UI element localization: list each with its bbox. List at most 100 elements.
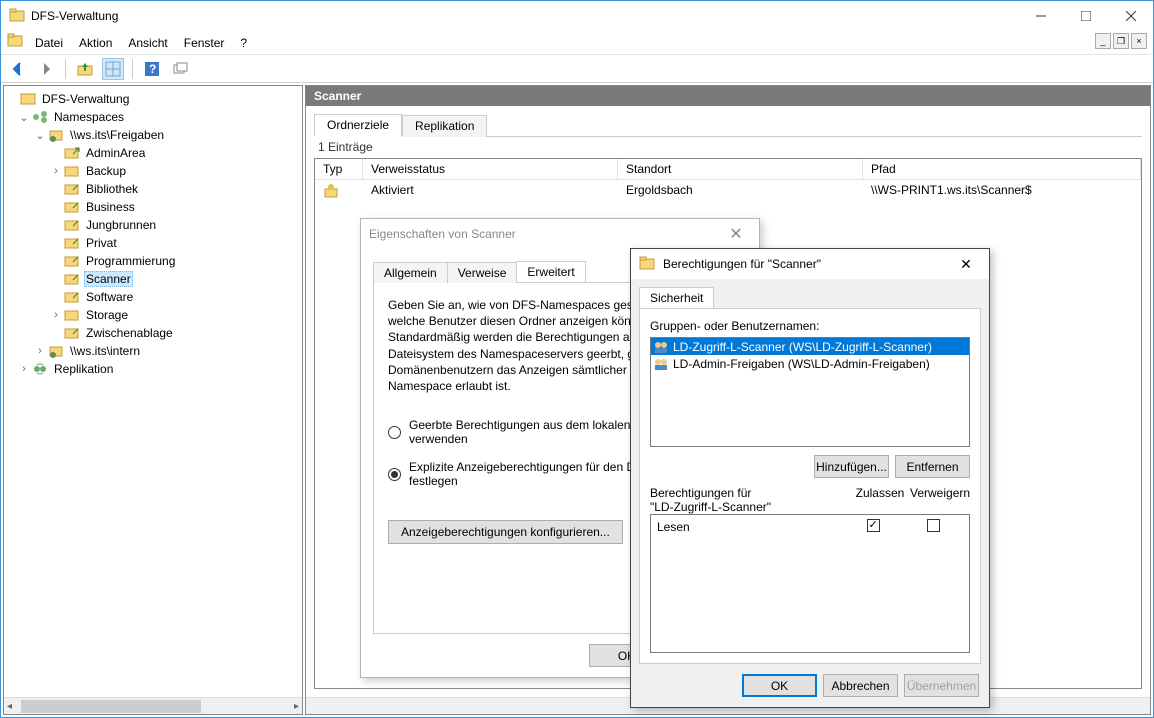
up-folder-button[interactable] xyxy=(74,58,96,80)
perm-close-button[interactable]: ✕ xyxy=(951,256,981,273)
mdi-minimize[interactable]: _ xyxy=(1095,33,1111,49)
help-button[interactable]: ? xyxy=(141,58,163,80)
new-window-button[interactable] xyxy=(169,58,191,80)
mdi-close[interactable]: × xyxy=(1131,33,1147,49)
cell-status: Aktiviert xyxy=(363,180,618,205)
expand-icon[interactable]: › xyxy=(50,165,62,177)
tree-item[interactable]: Zwischenablage xyxy=(84,326,175,340)
share-icon xyxy=(48,343,64,359)
tree-item[interactable]: Programmierung xyxy=(84,254,177,268)
deny-read-checkbox[interactable] xyxy=(927,519,940,532)
props-close-button[interactable]: ✕ xyxy=(721,224,751,244)
tab-security[interactable]: Sicherheit xyxy=(639,287,714,308)
group-icon xyxy=(653,357,669,371)
entry-count: 1 Einträge xyxy=(306,136,1150,158)
app-icon xyxy=(9,8,25,24)
user-row[interactable]: LD-Admin-Freigaben (WS\LD-Admin-Freigabe… xyxy=(651,355,969,372)
menu-window[interactable]: Fenster xyxy=(176,33,233,53)
props-title: Eigenschaften von Scanner xyxy=(369,227,516,241)
toolbar: ? xyxy=(1,55,1153,83)
toolbar-separator xyxy=(132,59,133,79)
share-icon xyxy=(48,127,64,143)
perm-for-label-1: Berechtigungen für xyxy=(650,486,850,500)
tree-root[interactable]: DFS-Verwaltung xyxy=(40,92,131,106)
user-row-selected[interactable]: LD-Zugriff-L-Scanner (WS\LD-Zugriff-L-Sc… xyxy=(651,338,969,355)
menu-help[interactable]: ? xyxy=(232,33,255,53)
tree-share-root[interactable]: \\ws.its\Freigaben xyxy=(68,128,166,142)
folder-link-icon xyxy=(64,235,80,251)
tab-folder-targets[interactable]: Ordnerziele xyxy=(314,114,402,136)
list-row[interactable]: Aktiviert Ergoldsbach \\WS-PRINT1.ws.its… xyxy=(315,180,1141,205)
view-list-button[interactable] xyxy=(102,58,124,80)
configure-permissions-button[interactable]: Anzeigeberechtigungen konfigurieren... xyxy=(388,520,623,544)
tree-namespaces[interactable]: Namespaces xyxy=(52,110,126,124)
remove-button[interactable]: Entfernen xyxy=(895,455,970,478)
perm-ok-button[interactable]: OK xyxy=(742,674,817,697)
main-header: Scanner xyxy=(306,86,1150,106)
folder-link-icon xyxy=(64,217,80,233)
cell-path: \\WS-PRINT1.ws.its\Scanner$ xyxy=(863,180,1141,205)
collapse-icon[interactable]: ⌄ xyxy=(34,129,46,142)
tree-replication[interactable]: Replikation xyxy=(52,362,115,376)
folder-link-icon xyxy=(64,145,80,161)
close-button[interactable] xyxy=(1108,2,1153,30)
col-status[interactable]: Verweisstatus xyxy=(363,159,618,179)
collapse-icon[interactable]: ⌄ xyxy=(18,111,30,124)
deny-header: Verweigern xyxy=(910,486,970,514)
expand-icon[interactable]: › xyxy=(50,309,62,321)
menu-action[interactable]: Aktion xyxy=(71,33,120,53)
tree-item[interactable]: Backup xyxy=(84,164,128,178)
tree-item[interactable]: Privat xyxy=(84,236,119,250)
tree-item[interactable]: Bibliothek xyxy=(84,182,140,196)
col-type[interactable]: Typ xyxy=(315,159,363,179)
perm-apply-button[interactable]: Übernehmen xyxy=(904,674,979,697)
radio-icon xyxy=(388,426,401,439)
tree-item-selected[interactable]: Scanner xyxy=(84,271,133,287)
allow-header: Zulassen xyxy=(850,486,910,514)
menu-view[interactable]: Ansicht xyxy=(120,33,175,53)
user-name: LD-Zugriff-L-Scanner (WS\LD-Zugriff-L-Sc… xyxy=(673,340,932,354)
col-location[interactable]: Standort xyxy=(618,159,863,179)
tab-advanced[interactable]: Erweitert xyxy=(516,261,585,282)
tree-scrollbar[interactable]: ◂▸ xyxy=(4,697,302,714)
tree-intern[interactable]: \\ws.its\intern xyxy=(68,344,142,358)
expand-icon[interactable]: › xyxy=(18,363,30,375)
allow-read-checkbox[interactable] xyxy=(867,519,880,532)
user-list[interactable]: LD-Zugriff-L-Scanner (WS\LD-Zugriff-L-Sc… xyxy=(650,337,970,447)
mdi-restore[interactable]: ❐ xyxy=(1113,33,1129,49)
tree-item[interactable]: AdminArea xyxy=(84,146,147,160)
target-icon xyxy=(323,188,339,202)
add-button[interactable]: Hinzufügen... xyxy=(814,455,889,478)
tab-refs[interactable]: Verweise xyxy=(447,262,518,283)
tab-general[interactable]: Allgemein xyxy=(373,262,448,283)
folder-link-icon xyxy=(64,181,80,197)
titlebar: DFS-Verwaltung xyxy=(1,1,1153,31)
menu-file[interactable]: Datei xyxy=(27,33,71,53)
folder-icon xyxy=(64,163,80,179)
namespaces-icon xyxy=(32,109,48,125)
back-button[interactable] xyxy=(7,58,29,80)
tree-item[interactable]: Software xyxy=(84,290,135,304)
tree-item[interactable]: Business xyxy=(84,200,137,214)
minimize-button[interactable] xyxy=(1018,2,1063,30)
groups-label: Gruppen- oder Benutzernamen: xyxy=(650,319,970,333)
tree-panel: DFS-Verwaltung ⌄ Namespaces ⌄ \\ws.its\Fre… xyxy=(3,85,303,715)
forward-button[interactable] xyxy=(35,58,57,80)
user-name: LD-Admin-Freigaben (WS\LD-Admin-Freigabe… xyxy=(673,357,930,371)
folder-link-icon xyxy=(64,289,80,305)
folder-link-icon xyxy=(64,325,80,341)
folder-link-icon xyxy=(64,271,80,287)
toolbar-separator xyxy=(65,59,66,79)
tree-item[interactable]: Jungbrunnen xyxy=(84,218,158,232)
cell-location: Ergoldsbach xyxy=(618,180,863,205)
folder-icon xyxy=(639,255,655,274)
folder-link-icon xyxy=(64,253,80,269)
menu-app-icon xyxy=(7,33,23,52)
folder-icon xyxy=(64,307,80,323)
expand-icon[interactable]: › xyxy=(34,345,46,357)
tree-item[interactable]: Storage xyxy=(84,308,130,322)
tab-replication[interactable]: Replikation xyxy=(402,115,487,137)
maximize-button[interactable] xyxy=(1063,2,1108,30)
col-path[interactable]: Pfad xyxy=(863,159,1141,179)
perm-cancel-button[interactable]: Abbrechen xyxy=(823,674,898,697)
